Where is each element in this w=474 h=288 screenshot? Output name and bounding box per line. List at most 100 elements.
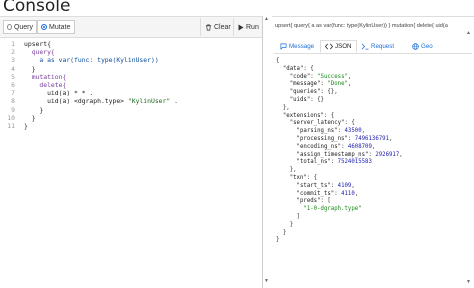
json-token: :	[341, 143, 348, 150]
json-token: "assign_timestamp_ns"	[276, 151, 369, 158]
line-number: 10	[7, 113, 15, 122]
json-token: "data"	[276, 65, 304, 72]
line-number: 11	[7, 122, 15, 131]
json-token: "server_latency"	[276, 120, 345, 127]
code-line: delete{	[24, 81, 178, 89]
clear-button[interactable]: Clear	[200, 18, 235, 36]
code-line: a as var(func: type(KylinUser))	[24, 56, 178, 64]
clear-button-label: Clear	[214, 23, 231, 31]
json-token: "preds"	[276, 198, 321, 205]
json-token: ,	[351, 182, 355, 189]
json-token: 7496136791	[354, 135, 390, 142]
code-line: }	[24, 114, 178, 122]
line-number-gutter: 1 2 3 4 5 6 7 8 9 10 11	[0, 40, 15, 130]
scroll-down-arrow-icon[interactable]: ▼	[264, 278, 269, 284]
mutate-mode-label: Mutate	[49, 23, 71, 31]
page-title: Console	[3, 0, 71, 16]
json-token: :	[330, 159, 338, 166]
line-number: 2	[11, 48, 15, 57]
line-number: 5	[11, 72, 15, 81]
editor-scrollbar[interactable]: ▲ ▼	[264, 16, 270, 287]
json-token: },	[276, 104, 290, 111]
json-token: }	[276, 221, 294, 228]
json-token: "1-0-dgraph.type"	[276, 206, 362, 213]
json-token: ,	[399, 151, 403, 158]
json-line: "parsing_ns": 43500,	[276, 128, 403, 136]
result-tabs: Message JSON Request Geo	[274, 40, 472, 54]
json-token: : [	[320, 198, 331, 205]
play-icon	[238, 24, 244, 30]
code-token: }	[24, 113, 36, 122]
line-number: 3	[11, 56, 15, 65]
code-token: upsert{	[24, 40, 51, 48]
json-token: "code"	[276, 73, 311, 80]
json-token: "Success"	[317, 73, 348, 80]
json-line: }	[276, 230, 403, 238]
code-icon	[325, 43, 333, 50]
run-button-label: Run	[246, 23, 259, 31]
tab-geo[interactable]: Geo	[408, 40, 437, 53]
scroll-up-arrow-icon[interactable]: ▲	[264, 16, 269, 22]
json-token: : {	[303, 65, 314, 72]
line-number: 4	[11, 64, 15, 73]
results-scroll-down-arrow-icon[interactable]: ▼	[466, 279, 471, 285]
json-line: "start_ts": 4109,	[276, 183, 403, 191]
trash-icon	[205, 24, 212, 30]
json-token: "Done"	[327, 81, 348, 88]
json-token: {	[276, 58, 280, 64]
json-token: "processing_ns"	[276, 135, 348, 142]
code-line: query{	[24, 48, 178, 56]
json-line: },	[276, 105, 403, 113]
tab-request[interactable]: Request	[357, 40, 398, 53]
json-token: }	[276, 237, 280, 244]
json-output: { "data": { "code": "Success", "message"…	[276, 58, 403, 245]
json-line: {	[276, 58, 403, 66]
query-summary: upsert{ query{ a as var(func: type(Kylin…	[275, 23, 448, 29]
json-line: }	[276, 222, 403, 230]
json-token: :	[337, 128, 345, 135]
json-token: ,	[361, 128, 366, 135]
json-line: "total_ns": 7524015583	[276, 159, 403, 167]
json-line: "processing_ns": 7496136791,	[276, 136, 403, 144]
json-line: "commit_ts": 4110,	[276, 191, 403, 199]
json-line: "encoding_ns": 4608709,	[276, 144, 403, 152]
run-button[interactable]: Run	[233, 18, 263, 36]
json-token: ,	[371, 143, 376, 150]
json-token: ,	[354, 190, 359, 197]
tab-json[interactable]: JSON	[320, 40, 357, 53]
code-token: delete{	[24, 81, 67, 90]
json-token: "extensions"	[276, 112, 324, 119]
json-line: "data": {	[276, 66, 403, 74]
tab-label: Geo	[421, 43, 433, 50]
json-line: "queries": {},	[276, 89, 403, 97]
results-scrollbar[interactable]: ▲ ▼	[466, 30, 473, 287]
query-mode-label: Query	[13, 23, 33, 31]
code-token: .	[170, 97, 178, 106]
json-token: : {	[306, 174, 318, 181]
code-token: }	[24, 122, 28, 131]
json-token: 4608709	[347, 143, 372, 150]
code-token: query{	[24, 48, 55, 57]
code-line: mutation{	[24, 73, 178, 81]
tab-message[interactable]: Message	[276, 40, 318, 53]
mutate-mode-radio[interactable]: Mutate	[37, 20, 75, 34]
message-icon	[280, 43, 287, 50]
json-token: 4109	[337, 182, 352, 189]
results-scroll-up-arrow-icon[interactable]: ▲	[466, 30, 471, 36]
json-token: "start_ts"	[276, 182, 331, 189]
code-content[interactable]: upsert{ query{ a as var(func: type(Kylin…	[24, 40, 178, 130]
query-mode-radio[interactable]: Query	[3, 20, 37, 34]
tab-label: JSON	[335, 43, 352, 50]
json-token: "message"	[276, 81, 321, 88]
terminal-icon	[361, 43, 369, 50]
json-token: :	[330, 182, 338, 189]
json-token: }	[276, 229, 287, 236]
mutate-radio-dot[interactable]	[41, 24, 47, 30]
query-radio-dot[interactable]	[7, 24, 12, 30]
json-token: 2926917	[375, 151, 400, 158]
json-line: "preds": [	[276, 198, 403, 206]
tab-label: Request	[371, 43, 395, 50]
code-line: uid(a) * * .	[24, 89, 178, 97]
code-editor[interactable]: 1 2 3 4 5 6 7 8 9 10 11 upsert{ query{ a as var(fu…	[0, 38, 262, 288]
line-number: 7	[11, 89, 15, 98]
